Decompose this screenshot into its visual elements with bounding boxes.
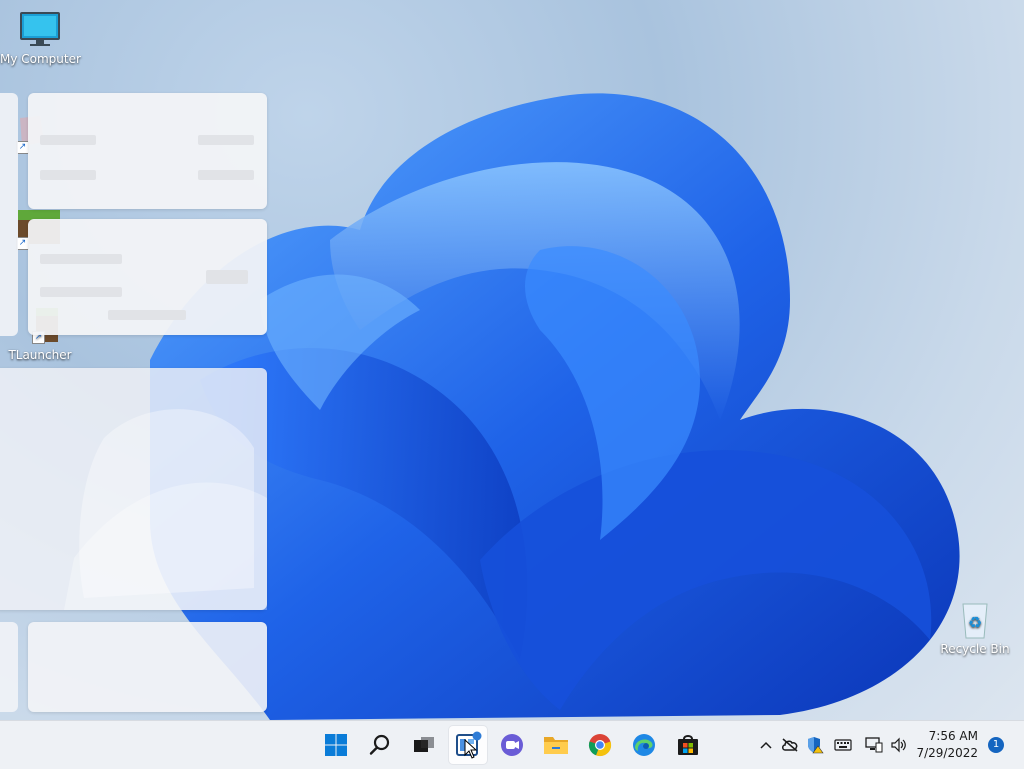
desktop-icon-my-computer[interactable]: My Computer: [0, 10, 81, 66]
placeholder-line: [108, 310, 186, 320]
placeholder-line: [206, 270, 248, 284]
network-tray-button[interactable]: [862, 721, 886, 769]
start-button[interactable]: [317, 726, 355, 764]
search-icon: [369, 734, 390, 755]
task-view-icon: [414, 737, 434, 752]
desktop-icon-label: TLauncher: [8, 348, 72, 362]
store-button[interactable]: [669, 726, 707, 764]
chrome-icon: [588, 734, 612, 757]
shield-warning-icon: [808, 737, 824, 754]
panel-edge: [0, 622, 18, 712]
folder-icon: [544, 737, 568, 754]
widget-image-placeholder: [64, 409, 267, 610]
chevron-up-icon: [760, 741, 772, 749]
clock-date: 7/29/2022: [916, 746, 978, 760]
mouse-cursor-icon: [464, 739, 478, 759]
speaker-icon: [891, 737, 906, 753]
onedrive-tray-button[interactable]: [778, 721, 802, 769]
edge-button[interactable]: [625, 726, 663, 764]
teams-chat-icon: [501, 734, 523, 756]
desktop-icon-recycle-bin[interactable]: ♻ Recycle Bin: [935, 600, 1015, 656]
placeholder-line: [198, 170, 254, 180]
desktop-icon-label: My Computer: [0, 52, 81, 66]
taskbar: 7:56 AM 7/29/2022 1: [0, 720, 1024, 769]
show-hidden-icons-button[interactable]: [756, 721, 776, 769]
placeholder-line: [40, 254, 122, 264]
chat-button[interactable]: [493, 726, 531, 764]
keyboard-tray-button[interactable]: [830, 721, 856, 769]
desktop-icon-label: Recycle Bin: [940, 642, 1010, 656]
search-button[interactable]: [361, 726, 399, 764]
clock-button[interactable]: 7:56 AM 7/29/2022: [908, 728, 978, 762]
monitor-icon: [18, 10, 62, 50]
recycle-bin-icon: ♻: [953, 600, 997, 640]
clock-time: 7:56 AM: [928, 729, 978, 743]
placeholder-line: [198, 135, 254, 145]
placeholder-line: [40, 170, 96, 180]
network-icon: [865, 737, 883, 753]
svg-text:♻: ♻: [968, 613, 982, 632]
widget-card[interactable]: [28, 93, 267, 209]
windows-logo-icon: [325, 734, 347, 756]
widget-card-large[interactable]: [0, 368, 267, 610]
chrome-button[interactable]: [581, 726, 619, 764]
cloud-offline-icon: [782, 738, 798, 752]
widgets-button[interactable]: [449, 726, 487, 764]
widget-card[interactable]: [28, 219, 267, 335]
placeholder-line: [40, 135, 96, 145]
placeholder-line: [40, 287, 122, 297]
file-explorer-button[interactable]: [537, 726, 575, 764]
edge-icon: [633, 734, 655, 756]
notification-badge[interactable]: 1: [988, 737, 1004, 753]
panel-edge: [0, 93, 18, 336]
security-tray-button[interactable]: [803, 721, 827, 769]
task-view-button[interactable]: [405, 726, 443, 764]
store-icon: [678, 735, 698, 755]
widget-card[interactable]: [28, 622, 267, 712]
keyboard-icon: [834, 739, 852, 751]
